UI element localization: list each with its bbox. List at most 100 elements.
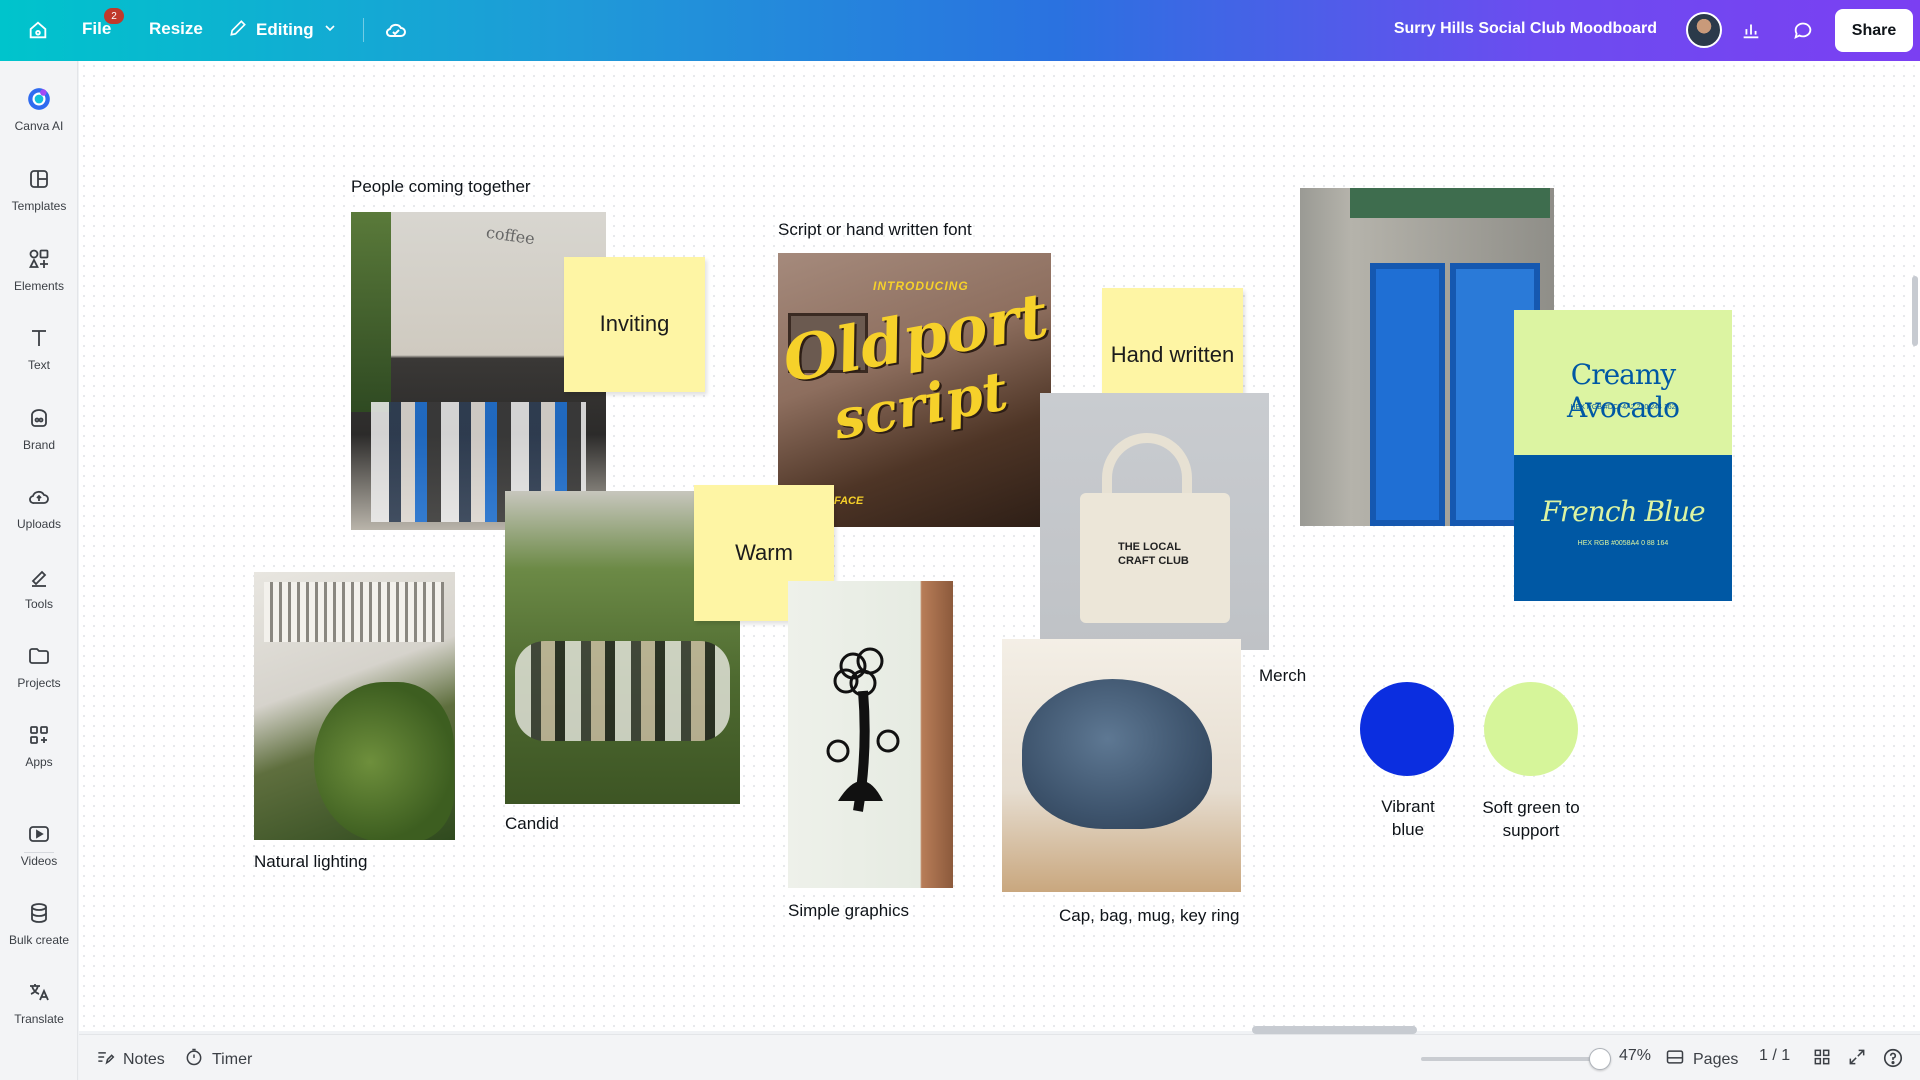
sidebar-item-label: Projects xyxy=(17,676,61,690)
caption-simple-graphics[interactable]: Simple graphics xyxy=(788,901,909,921)
pencil-icon xyxy=(228,18,248,43)
share-button[interactable]: Share xyxy=(1835,9,1913,52)
cloud-save-icon[interactable] xyxy=(378,12,414,48)
pages-label: Pages xyxy=(1693,1050,1739,1068)
introducing-text: INTRODUCING xyxy=(873,279,969,293)
home-icon[interactable] xyxy=(20,12,56,48)
sidebar-item-tools[interactable]: Tools xyxy=(0,563,78,611)
sidebar-item-label: Translate xyxy=(14,1012,64,1026)
grid-view-icon xyxy=(1812,1047,1832,1072)
zoom-level[interactable]: 47% xyxy=(1619,1047,1651,1065)
french-blue-panel: French Blue HEX RGB #0058A4 0 88 164 xyxy=(1514,455,1732,601)
photo-cap[interactable] xyxy=(1002,639,1241,892)
comment-icon[interactable] xyxy=(1785,12,1821,48)
design-page[interactable]: People coming together coffee Inviting S… xyxy=(79,61,1920,1031)
sidebar-item-projects[interactable]: Projects xyxy=(0,642,78,690)
sidebar-item-templates[interactable]: Templates xyxy=(0,165,78,213)
sidebar-item-label: Text xyxy=(27,358,50,372)
top-toolbar: File 2 Resize Editing Surry Hills Social… xyxy=(0,0,1920,61)
projects-icon xyxy=(25,642,53,670)
resize-button[interactable]: Resize xyxy=(149,19,203,39)
photo-tote-bag[interactable]: THE LOCAL CRAFT CLUB xyxy=(1040,393,1269,650)
photo-natural-lighting[interactable] xyxy=(254,572,455,840)
page-count: 1 / 1 xyxy=(1759,1047,1791,1064)
avocado-label: Creamy Avocado xyxy=(1567,358,1680,424)
sidebar-item-videos[interactable]: Videos xyxy=(0,820,78,868)
sidebar-item-apps[interactable]: Apps xyxy=(0,721,78,769)
zoom-slider-handle[interactable] xyxy=(1589,1048,1611,1070)
pages-icon xyxy=(1665,1047,1685,1072)
caption-soft-green[interactable]: Soft green to support xyxy=(1475,797,1587,843)
group-shape xyxy=(515,641,730,741)
sidebar-item-brand[interactable]: Brand xyxy=(0,404,78,452)
plant-shape xyxy=(351,212,391,412)
caption-natural-lighting[interactable]: Natural lighting xyxy=(254,852,367,872)
fullscreen-button[interactable] xyxy=(1847,1047,1867,1072)
sidebar-item-text[interactable]: Text xyxy=(0,324,78,372)
tote-text-line1: THE LOCAL xyxy=(1118,541,1181,553)
design-title[interactable]: Surry Hills Social Club Moodboard xyxy=(1394,20,1657,38)
sidebar-item-label: Tools xyxy=(24,597,53,611)
sidebar-item-translate[interactable]: Translate xyxy=(0,978,78,1026)
tote-body-shape: THE LOCAL CRAFT CLUB xyxy=(1080,493,1230,623)
notes-label: Notes xyxy=(123,1050,165,1068)
caption-people[interactable]: People coming together xyxy=(351,177,531,197)
editing-label: Editing xyxy=(256,20,314,39)
caption-merch[interactable]: Merch xyxy=(1259,666,1306,686)
avocado-codes: HEX RGB #DCF4A2 220 244 162 xyxy=(1570,404,1676,411)
balcony-railing-shape xyxy=(264,582,444,642)
vertical-scrollbar[interactable] xyxy=(1912,276,1918,346)
insights-chart-icon[interactable] xyxy=(1733,12,1769,48)
sidebar-item-label: Videos xyxy=(20,854,58,868)
swatch-vibrant-blue[interactable] xyxy=(1360,682,1454,776)
bottom-toolbar: Notes Timer 47% Pages 1 / 1 xyxy=(79,1034,1920,1080)
window-shape xyxy=(1350,188,1550,218)
sidebar-item-uploads[interactable]: Uploads xyxy=(0,483,78,531)
canva-ai-icon xyxy=(25,85,53,113)
french-blue-codes: HEX RGB #0058A4 0 88 164 xyxy=(1577,540,1669,547)
avatar[interactable] xyxy=(1686,12,1722,48)
sidebar-item-canva-ai[interactable]: Canva AI xyxy=(0,85,78,133)
notes-button[interactable]: Notes xyxy=(95,1047,165,1072)
cap-shape xyxy=(1022,679,1212,829)
brand-icon xyxy=(25,404,53,432)
chevron-down-icon xyxy=(322,20,338,41)
editing-mode-button[interactable]: Editing xyxy=(228,14,338,46)
door-left-shape xyxy=(1370,263,1445,526)
sidebar-item-label: Brand xyxy=(22,438,56,452)
caption-vibrant-blue[interactable]: Vibrant blue xyxy=(1363,796,1453,842)
videos-icon xyxy=(25,820,53,848)
canvas-area: People coming together coffee Inviting S… xyxy=(79,61,1920,1031)
notification-badge: 2 xyxy=(104,8,124,24)
text-icon xyxy=(25,324,53,352)
zoom-slider-track[interactable] xyxy=(1421,1057,1596,1061)
photo-simple-graphics-poster[interactable] xyxy=(788,581,953,888)
flower-graphic-icon xyxy=(826,647,900,812)
page-counter: 1 / 1 xyxy=(1759,1047,1790,1065)
sidebar-item-label: Canva AI xyxy=(14,119,64,133)
sidebar-item-label: Apps xyxy=(25,755,53,769)
apps-icon xyxy=(25,721,53,749)
zoom-label: 47% xyxy=(1619,1047,1652,1064)
pages-button[interactable]: Pages xyxy=(1665,1047,1738,1072)
timer-label: Timer xyxy=(212,1050,253,1068)
tote-text-line2: CRAFT CLUB xyxy=(1118,555,1189,567)
grid-view-button[interactable] xyxy=(1812,1047,1832,1072)
fullscreen-icon xyxy=(1847,1047,1867,1072)
color-palette-card[interactable]: Creamy Avocado HEX RGB #DCF4A2 220 244 1… xyxy=(1514,310,1732,601)
caption-script[interactable]: Script or hand written font xyxy=(778,220,972,240)
sidebar-item-elements[interactable]: Elements xyxy=(0,245,78,293)
bulk-create-icon xyxy=(25,899,53,927)
french-blue-label: French Blue xyxy=(1541,495,1705,528)
timer-button[interactable]: Timer xyxy=(184,1047,252,1072)
swatch-soft-green[interactable] xyxy=(1484,682,1578,776)
horizontal-scrollbar[interactable] xyxy=(1252,1026,1417,1034)
caption-cap-bag-mug[interactable]: Cap, bag, mug, key ring xyxy=(1059,906,1239,926)
sidebar-item-bulk-create[interactable]: Bulk create xyxy=(0,899,78,947)
uploads-icon xyxy=(25,483,53,511)
caption-candid[interactable]: Candid xyxy=(505,814,559,834)
sticky-note-inviting[interactable]: Inviting xyxy=(564,257,705,392)
help-button[interactable] xyxy=(1882,1047,1904,1074)
templates-icon xyxy=(25,165,53,193)
translate-icon xyxy=(25,978,53,1006)
